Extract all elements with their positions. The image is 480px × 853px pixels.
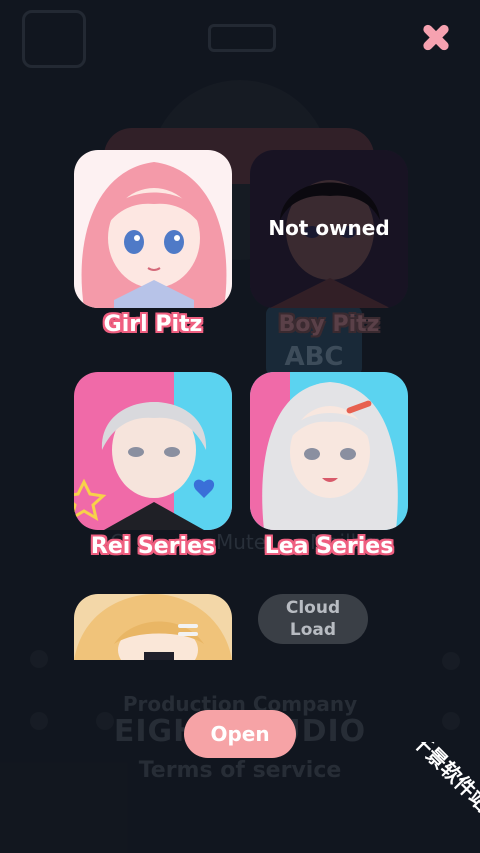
card-label-girl-pitz: Girl Pitz [103, 312, 203, 337]
character-card-rei-series[interactable] [74, 372, 232, 530]
girl-pitz-art [74, 150, 232, 308]
character-card-partial[interactable] [74, 594, 232, 660]
character-card-lea-series[interactable] [250, 372, 408, 530]
open-button[interactable]: Open [184, 710, 296, 758]
not-owned-badge: Not owned [268, 216, 390, 240]
svg-text:千景软件站: 千景软件站 [407, 742, 480, 816]
card-label-rei-series: Rei Series [90, 534, 216, 559]
rei-series-art [74, 372, 232, 530]
watermark-logo: 千景软件站 [407, 742, 480, 816]
close-icon[interactable] [416, 18, 456, 58]
lea-series-art [250, 372, 408, 530]
cloud-load-line1: Cloud [285, 598, 341, 618]
partial-card-art [74, 594, 232, 660]
cloud-load-line2: Load [289, 620, 337, 640]
character-card-boy-pitz[interactable]: Not owned [250, 150, 408, 308]
character-card-girl-pitz[interactable] [74, 150, 232, 308]
card-label-lea-series: Lea Series [264, 534, 394, 559]
card-label-boy-pitz: Boy Pitz [278, 312, 380, 337]
cloud-load-button[interactable]: Cloud Load [258, 594, 368, 644]
